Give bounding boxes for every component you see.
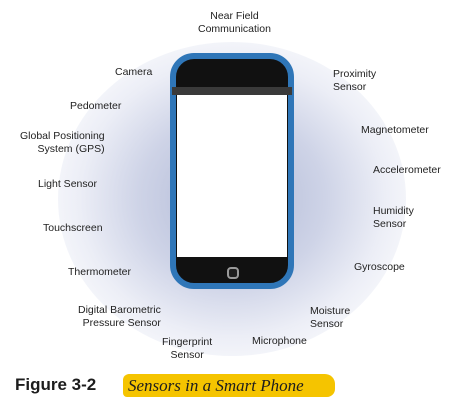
home-button-icon: [227, 267, 239, 279]
label-gyroscope: Gyroscope: [354, 261, 405, 273]
label-magnetometer: Magnetometer: [361, 124, 429, 136]
phone-status-bar: [172, 87, 292, 95]
figure-number: Figure 3-2: [15, 375, 97, 394]
phone-screen: [177, 95, 287, 257]
label-touchscreen: Touchscreen: [43, 222, 103, 234]
label-gps: Global Positioning System (GPS): [20, 130, 105, 155]
figure-title: Sensors in a Smart Phone: [128, 376, 304, 395]
label-pedometer: Pedometer: [70, 100, 122, 112]
label-moisture-sensor: Moisture Sensor: [310, 305, 351, 330]
label-humidity-sensor: Humidity Sensor: [373, 205, 414, 230]
label-fingerprint-sensor: Fingerprint Sensor: [162, 336, 213, 361]
label-light-sensor: Light Sensor: [38, 178, 97, 190]
sensor-diagram: Near Field Communication Camera Proximit…: [0, 0, 454, 415]
label-near-field-communication: Near Field Communication: [198, 10, 271, 35]
label-proximity-sensor: Proximity Sensor: [333, 68, 377, 93]
label-microphone: Microphone: [252, 335, 307, 347]
label-camera: Camera: [115, 66, 153, 78]
label-digital-barometric-pressure-sensor: Digital Barometric Pressure Sensor: [78, 304, 161, 329]
label-accelerometer: Accelerometer: [373, 164, 441, 176]
label-thermometer: Thermometer: [68, 266, 132, 278]
